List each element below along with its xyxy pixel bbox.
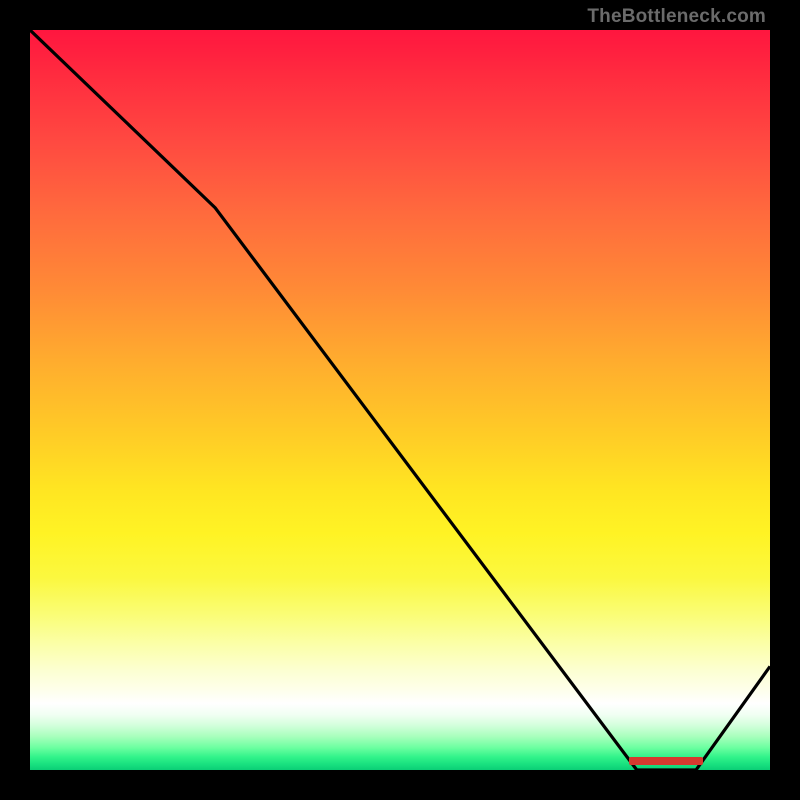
chart-frame: TheBottleneck.com [0, 0, 800, 800]
heatmap-background [30, 30, 770, 770]
attribution-label: TheBottleneck.com [587, 6, 766, 28]
plot-area [30, 30, 770, 770]
